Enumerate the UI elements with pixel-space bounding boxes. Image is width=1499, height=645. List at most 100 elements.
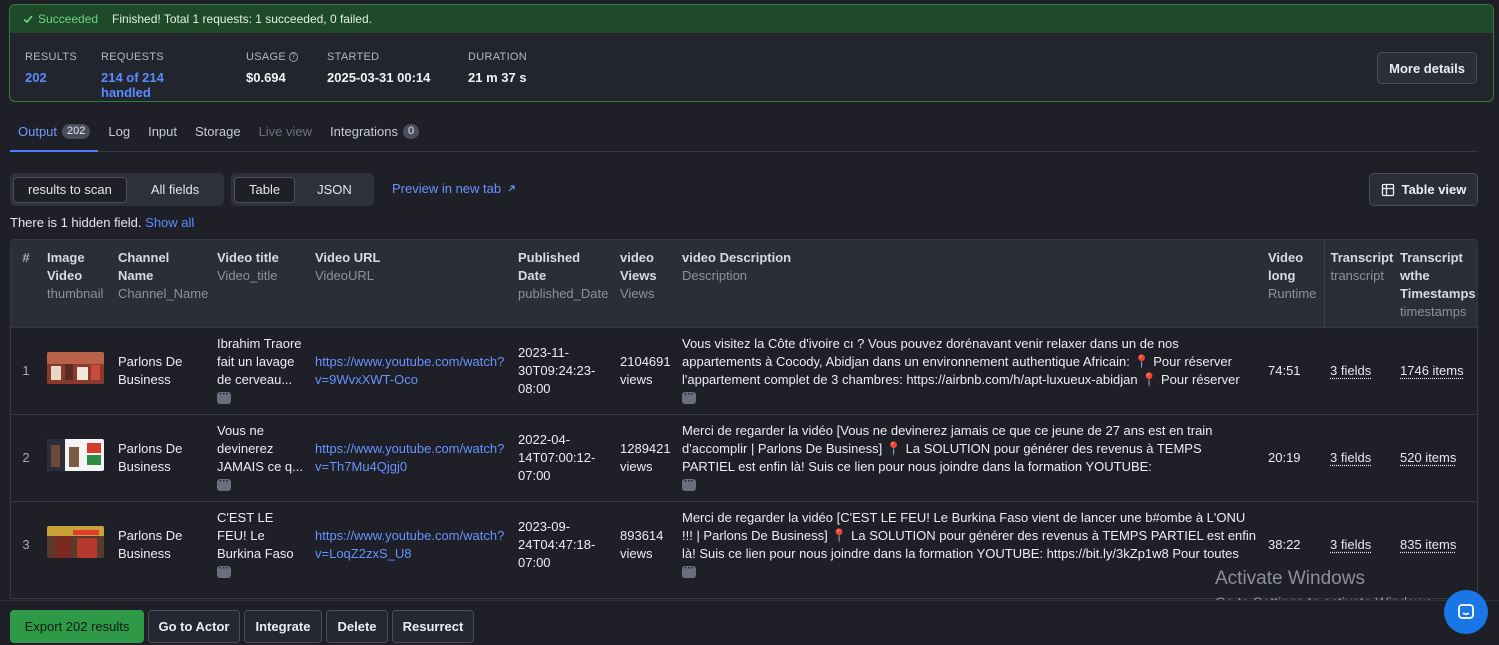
chat-icon [1458,604,1474,619]
check-icon [23,15,33,24]
video-thumbnail[interactable] [47,352,104,384]
row-index: 2 [11,413,41,501]
json-format-option[interactable]: JSON [303,177,366,203]
thumbnail-cell [41,413,112,501]
col-header-url[interactable]: Video URL VideoURL [309,240,512,327]
table-row: 2 Parlons De Business Vous ne devinerez … [11,413,1477,501]
tab-output[interactable]: Output 202 [10,112,99,152]
go-to-actor-button[interactable]: Go to Actor [148,610,240,643]
ellipsis-icon[interactable]: ··· [682,390,696,405]
col-header-transcript[interactable]: Transcript transcript [1323,240,1394,327]
thumbnail-cell [41,326,112,414]
more-details-button[interactable]: More details [1377,52,1477,84]
channel-name: Parlons De Business [112,500,211,588]
stat-requests-value[interactable]: 214 of 214 handled [101,70,217,100]
col-header-index: # [22,250,30,265]
run-status-panel: Succeeded Finished! Total 1 requests: 1 … [9,4,1494,102]
description-cell: Merci de regarder la vidéo [Vous ne devi… [676,413,1262,501]
video-url-link[interactable]: https://www.youtube.com/watch?v=LoqZ2zxS… [315,528,504,561]
col-header-views[interactable]: video Views Views [614,240,676,327]
col-header-title[interactable]: Video title Video_title [211,240,309,327]
views-count: 2104691 views [614,326,676,414]
export-results-button[interactable]: Export 202 results [10,610,144,643]
video-description: Vous visitez la Côte d'ivoire cı ? Vous … [682,335,1240,387]
transcript-cell: 3 fields [1324,326,1394,414]
timestamps-cell: 1746 items [1394,326,1477,414]
timestamps-link[interactable]: 520 items [1400,450,1456,465]
ellipsis-icon[interactable]: ··· [682,477,696,492]
integrate-button[interactable]: Integrate [244,610,322,643]
thumbnail-cell [41,500,112,588]
hidden-field-note: There is 1 hidden field. Show all [10,215,195,230]
status-bar: Succeeded Finished! Total 1 requests: 1 … [10,5,1493,33]
help-icon[interactable]: ? [289,52,298,62]
tab-log[interactable]: Log [100,112,138,151]
output-count-badge: 202 [62,123,91,139]
stat-usage: USAGE? $0.694 [246,51,298,100]
col-header-timestamps[interactable]: Transcript wthe Timestamps timestamps [1394,240,1477,327]
status-message: Finished! Total 1 requests: 1 succeeded,… [112,12,372,26]
show-all-link[interactable]: Show all [145,215,194,230]
table-icon [1381,183,1394,196]
channel-name: Parlons De Business [112,413,211,501]
stat-started-label: STARTED [327,51,380,63]
chat-support-button[interactable] [1444,590,1488,634]
results-to-scan-option[interactable]: results to scan [13,176,127,203]
stat-requests: REQUESTS 214 of 214 handled [101,51,217,100]
table-view-button[interactable]: Table view [1369,173,1478,206]
status-succeeded: Succeeded [22,12,98,26]
transcript-link[interactable]: 3 fields [1330,537,1371,552]
transcript-link[interactable]: 3 fields [1330,450,1371,465]
views-count: 893614 views [614,500,676,588]
video-url-cell: https://www.youtube.com/watch?v=9WvxXWT-… [309,326,512,414]
format-toggle: Table JSON [231,173,374,206]
video-url-link[interactable]: https://www.youtube.com/watch?v=Th7Mu4Qj… [315,441,504,474]
video-thumbnail[interactable] [47,526,104,559]
all-fields-option[interactable]: All fields [137,177,213,203]
ellipsis-icon[interactable]: ··· [217,477,231,492]
col-header-runtime[interactable]: Video long Runtime [1262,240,1324,327]
video-title: C'EST LE FEU! Le Burkina Faso vient de..… [217,509,294,561]
delete-button[interactable]: Delete [326,610,388,643]
run-tabs: Output 202 Log Input Storage Live view I… [10,112,1478,152]
timestamps-link[interactable]: 1746 items [1400,363,1464,378]
video-description: Merci de regarder la vidéo [C'EST LE FEU… [682,509,1256,561]
stat-started-value: 2025-03-31 00:14 [327,70,431,85]
preview-new-tab-link[interactable]: Preview in new tab [392,181,516,196]
video-url-cell: https://www.youtube.com/watch?v=Th7Mu4Qj… [309,413,512,501]
row-index: 3 [11,500,41,588]
timestamps-link[interactable]: 835 items [1400,537,1456,552]
video-title: Vous ne devinerez JAMAIS ce q... [217,422,303,474]
transcript-link[interactable]: 3 fields [1330,363,1371,378]
published-date: 2023-09-24T04:47:18-07:00 [512,500,614,588]
run-stats: RESULTS 202 REQUESTS 214 of 214 handled … [10,33,1493,100]
col-header-description[interactable]: video Description Description [676,240,1262,327]
ellipsis-icon[interactable]: ··· [217,390,231,405]
video-description: Merci de regarder la vidéo [Vous ne devi… [682,422,1213,474]
tab-integrations[interactable]: Integrations 0 [322,112,427,151]
col-header-thumbnail[interactable]: Image Video thumbnail [41,240,112,327]
tab-live-view[interactable]: Live view [251,112,320,151]
runtime: 74:51 [1262,326,1324,414]
resurrect-button[interactable]: Resurrect [392,610,474,643]
description-cell: Vous visitez la Côte d'ivoire cı ? Vous … [676,326,1262,414]
stat-usage-label: USAGE [246,51,287,63]
ellipsis-icon[interactable]: ··· [682,564,696,579]
video-url-link[interactable]: https://www.youtube.com/watch?v=9WvxXWT-… [315,354,504,387]
stat-results-value[interactable]: 202 [25,70,72,85]
col-header-date[interactable]: Published Date published_Date [512,240,614,327]
ellipsis-icon[interactable]: ··· [217,564,231,579]
video-title-cell: C'EST LE FEU! Le Burkina Faso vient de..… [211,500,309,588]
results-table: # Image Video thumbnail Channel Name Chann… [10,239,1478,599]
tab-input[interactable]: Input [140,112,185,151]
stat-started: STARTED 2025-03-31 00:14 [327,51,439,100]
channel-name: Parlons De Business [112,326,211,414]
video-title-cell: Ibrahim Traore fait un lavage de cerveau… [211,326,309,414]
status-label: Succeeded [38,12,99,26]
external-link-icon [508,185,515,192]
video-thumbnail[interactable] [47,439,104,471]
video-title-cell: Vous ne devinerez JAMAIS ce q... ··· [211,413,309,501]
col-header-channel[interactable]: Channel Name Channel_Name [112,240,211,327]
tab-storage[interactable]: Storage [187,112,249,151]
table-format-option[interactable]: Table [234,176,296,203]
